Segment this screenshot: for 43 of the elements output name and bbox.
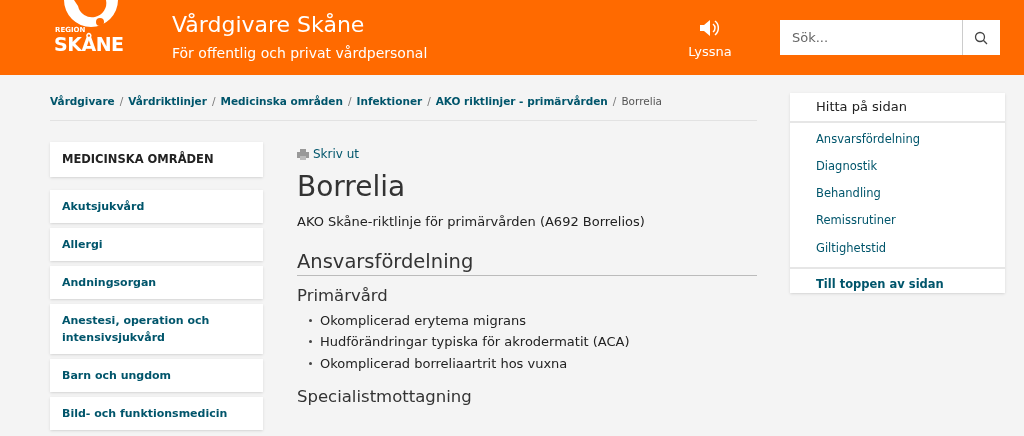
toc-link[interactable]: Remissrutiner <box>816 212 979 230</box>
back-to-top-link[interactable]: Till toppen av sidan <box>790 268 1005 293</box>
breadcrumb-separator: / <box>611 93 618 109</box>
sidebar-item[interactable]: Allergi <box>50 228 263 261</box>
breadcrumb-separator: / <box>346 93 353 109</box>
section-heading: Ansvarsfördelning <box>297 249 757 276</box>
sidebar-heading: MEDICINSKA OMRÅDEN <box>50 142 263 177</box>
print-link[interactable]: Skriv ut <box>297 145 757 163</box>
toc-link[interactable]: Ansvarsfördelning <box>816 130 979 148</box>
bullet-icon <box>309 340 312 343</box>
list-item: Okomplicerad erytema migrans <box>320 311 526 330</box>
sidebar-item[interactable]: Akutsjukvård <box>50 190 263 223</box>
toc-heading: Hitta på sidan <box>790 93 1005 123</box>
sidebar-item[interactable]: Anestesi, operation och intensivsjukvård <box>50 304 263 354</box>
bullet-icon <box>309 361 312 365</box>
toc-link[interactable]: Diagnostik <box>816 157 979 175</box>
lead-text: AKO Skåne-riktlinje för primärvården (A692 Borrelios) <box>297 213 646 231</box>
breadcrumb-link[interactable]: AKO riktlinjer - primärvården <box>435 93 608 110</box>
speaker-icon <box>699 17 721 38</box>
search-field[interactable]: Sök... <box>780 20 956 55</box>
toc-link[interactable]: Giltighetstid <box>816 239 979 257</box>
breadcrumb-link[interactable]: Medicinska områden <box>220 93 343 110</box>
sidebar-item[interactable]: Bild- och funktionsmedicin <box>50 397 263 430</box>
bullet-icon <box>309 318 312 322</box>
current-page-label: Borrelia <box>621 93 662 109</box>
breadcrumb-separator: / <box>210 93 217 109</box>
list-item: Okomplicerad borreliaartrit hos vuxna <box>320 354 568 373</box>
breadcrumb-separator: / <box>118 93 125 109</box>
page-title: Borrelia <box>297 169 407 204</box>
breadcrumb-link[interactable]: Infektioner <box>356 93 423 110</box>
subsection-heading: Specialistmottagning <box>297 387 473 408</box>
search-icon <box>974 30 988 45</box>
breadcrumb-link[interactable]: Vårdriktlinjer <box>128 93 207 110</box>
breadcrumb-separator: / <box>426 93 432 109</box>
search-button[interactable] <box>956 20 1000 55</box>
printer-icon <box>297 148 309 160</box>
breadcrumb-link[interactable]: Vårdgivare <box>50 93 115 110</box>
site-subtitle: För offentlig och privat vårdpersonal <box>172 43 429 63</box>
sidebar-item[interactable]: Barn och ungdom <box>50 359 263 392</box>
list-item: Hudförändringar typiska för akrodermatit (ACA) <box>320 333 630 351</box>
subsection-heading: Primärvård <box>297 285 389 307</box>
sidebar-item[interactable]: Andningsorgan <box>50 266 263 299</box>
toc-link[interactable]: Behandling <box>816 185 979 203</box>
